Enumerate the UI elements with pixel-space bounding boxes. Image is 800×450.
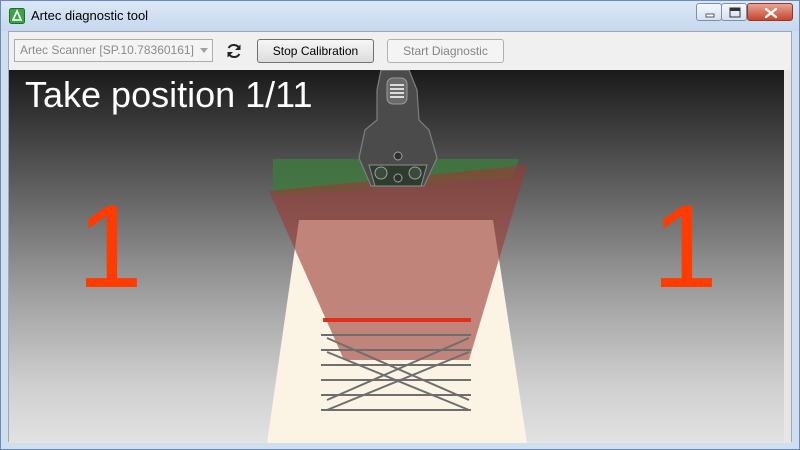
- position-prompt: Take position 1/11: [25, 74, 313, 115]
- calibration-viewport[interactable]: Take position 1/11 1 1: [9, 70, 784, 443]
- window-title: Artec diagnostic tool: [31, 8, 149, 23]
- scanner-select[interactable]: Artec Scanner [SP.10.78360161]: [14, 39, 213, 62]
- stop-calibration-button[interactable]: Stop Calibration: [257, 39, 374, 63]
- left-counter: 1: [77, 181, 143, 313]
- close-icon: [764, 7, 778, 19]
- vertical-scrollbar[interactable]: [784, 70, 791, 443]
- artec-app-icon: [9, 8, 25, 24]
- scanner-model: [358, 70, 438, 187]
- refresh-icon[interactable]: [224, 41, 244, 61]
- toolbar: Artec Scanner [SP.10.78360161] Stop Cali…: [9, 32, 791, 70]
- maximize-icon: [729, 7, 741, 18]
- close-button[interactable]: [747, 3, 793, 21]
- minimize-button[interactable]: [696, 3, 722, 21]
- maximize-button[interactable]: [721, 3, 747, 21]
- minimize-icon: [705, 13, 715, 18]
- start-diagnostic-button[interactable]: Start Diagnostic: [387, 39, 504, 63]
- chevron-down-icon: [200, 48, 208, 53]
- title-bar[interactable]: Artec diagnostic tool: [1, 1, 799, 31]
- scanner-select-value: Artec Scanner [SP.10.78360161]: [20, 43, 194, 57]
- app-window: Artec diagnostic tool Artec Scanner [SP.…: [0, 0, 800, 450]
- client-area: Artec Scanner [SP.10.78360161] Stop Cali…: [8, 31, 792, 443]
- right-counter: 1: [652, 181, 718, 313]
